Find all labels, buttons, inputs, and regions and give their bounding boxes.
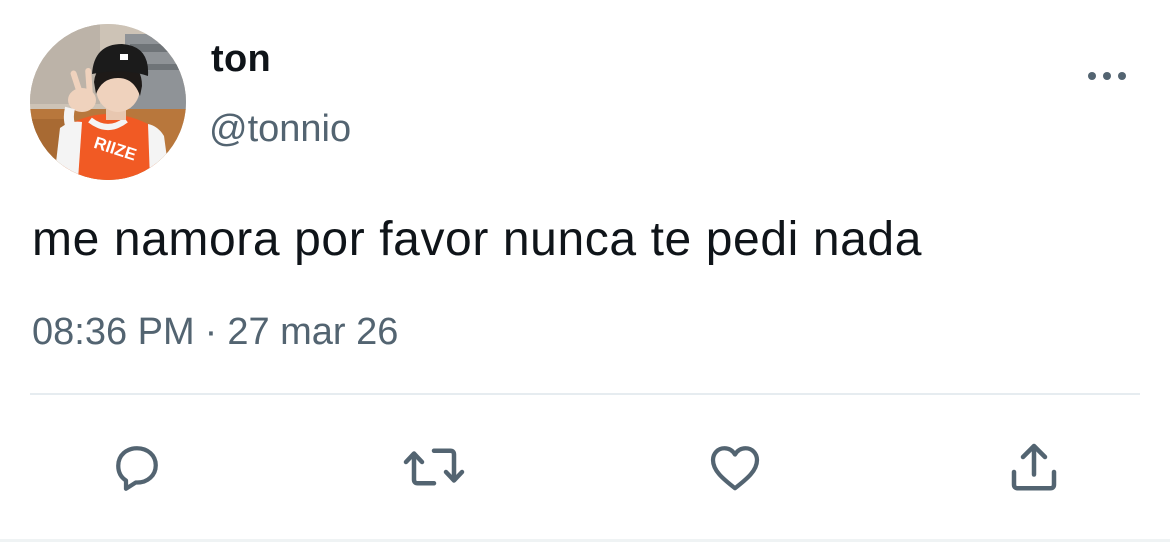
tweet-timestamp[interactable]: 08:36 PM · 27 mar 26 — [32, 311, 398, 354]
retweet-icon — [403, 448, 465, 486]
share-upload-icon — [1011, 443, 1057, 491]
retweet-button[interactable] — [399, 432, 469, 502]
more-horizontal-icon — [1088, 72, 1126, 80]
timestamp-separator: · — [204, 311, 218, 353]
reply-button[interactable] — [102, 432, 172, 502]
divider — [30, 393, 1140, 395]
more-options-button[interactable] — [1080, 56, 1134, 96]
heart-icon — [710, 446, 760, 491]
reply-bubble-icon — [116, 446, 158, 491]
tweet-detail: RIIZE ton @tonnio me namora por favor nu… — [0, 0, 1170, 558]
share-button[interactable] — [999, 432, 1069, 502]
like-button[interactable] — [700, 432, 770, 502]
avatar-photo: RIIZE — [30, 24, 186, 180]
bottom-divider — [0, 539, 1170, 542]
avatar[interactable]: RIIZE — [30, 24, 186, 180]
user-handle[interactable]: @tonnio — [209, 108, 351, 151]
tweet-time: 08:36 PM — [32, 311, 195, 353]
tweet-date: 27 mar 26 — [227, 311, 399, 353]
tweet-text: me namora por favor nunca te pedi nada — [32, 213, 923, 266]
display-name[interactable]: ton — [211, 38, 271, 81]
